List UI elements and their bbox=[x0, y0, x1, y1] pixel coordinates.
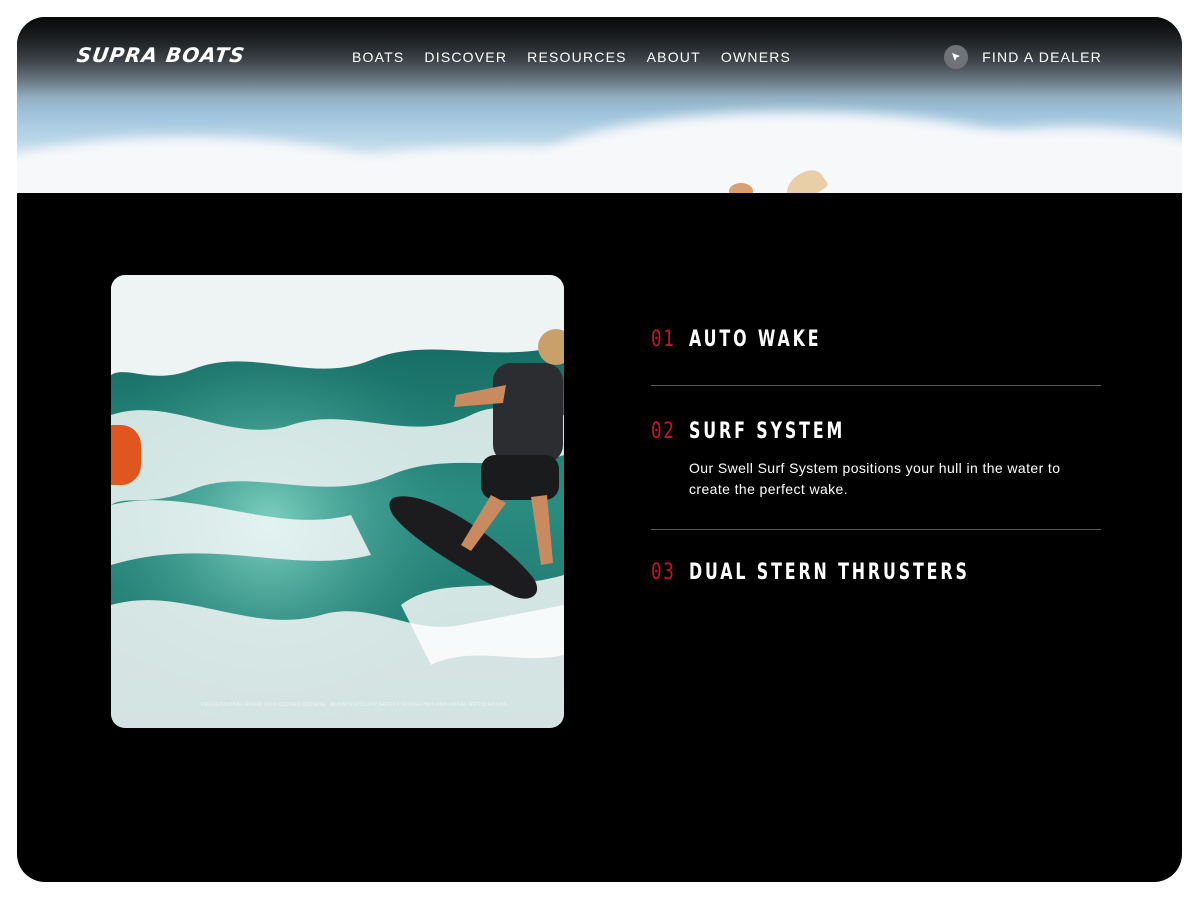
divider bbox=[651, 385, 1101, 386]
nav-item-owners[interactable]: OWNERS bbox=[721, 49, 791, 65]
feature-item-dual-stern-thrusters: 03 DUAL STERN THRUSTERS bbox=[651, 560, 1101, 585]
feature-description: Our Swell Surf System positions your hul… bbox=[689, 460, 1061, 497]
hero-banner: SUPRA BOATS BOATS DISCOVER RESOURCES ABO… bbox=[17, 17, 1182, 193]
page-frame: SUPRA BOATS BOATS DISCOVER RESOURCES ABO… bbox=[17, 17, 1182, 882]
surf-illustration bbox=[111, 275, 564, 728]
nav-item-boats[interactable]: BOATS bbox=[352, 49, 404, 65]
feature-header-auto-wake[interactable]: 01 AUTO WAKE bbox=[651, 327, 1101, 352]
main-nav: SUPRA BOATS BOATS DISCOVER RESOURCES ABO… bbox=[17, 17, 1182, 97]
feature-number: 03 bbox=[651, 560, 676, 585]
nav-item-discover[interactable]: DISCOVER bbox=[424, 49, 507, 65]
location-arrow-icon bbox=[944, 45, 969, 69]
feature-number: 01 bbox=[651, 327, 676, 352]
find-dealer-label: FIND A DEALER bbox=[982, 49, 1102, 65]
hero-rider-hand bbox=[729, 183, 753, 193]
feature-item-auto-wake: 01 AUTO WAKE bbox=[651, 327, 1101, 352]
brand-logo[interactable]: SUPRA BOATS bbox=[75, 43, 246, 67]
feature-number: 02 bbox=[651, 419, 676, 444]
nav-item-resources[interactable]: RESOURCES bbox=[527, 49, 626, 65]
feature-title: SURF SYSTEM bbox=[689, 419, 846, 444]
feature-item-surf-system: 02 SURF SYSTEM Our Swell Surf System pos… bbox=[651, 419, 1101, 500]
nav-item-about[interactable]: ABOUT bbox=[647, 49, 701, 65]
media-caption: PROFESSIONAL RIDER ON A CLOSED COURSE · … bbox=[201, 702, 508, 708]
feature-list: 01 AUTO WAKE 02 SURF SYSTEM Our Swell Su… bbox=[651, 327, 1101, 585]
divider bbox=[651, 529, 1101, 530]
nav-links: BOATS DISCOVER RESOURCES ABOUT OWNERS bbox=[352, 49, 791, 65]
feature-title: AUTO WAKE bbox=[689, 327, 822, 352]
surf-image: PROFESSIONAL RIDER ON A CLOSED COURSE · … bbox=[111, 275, 564, 728]
find-dealer-button[interactable]: FIND A DEALER bbox=[944, 45, 1102, 69]
feature-header-dual-stern-thrusters[interactable]: 03 DUAL STERN THRUSTERS bbox=[651, 560, 1101, 585]
feature-title: DUAL STERN THRUSTERS bbox=[689, 560, 970, 585]
feature-header-surf-system[interactable]: 02 SURF SYSTEM bbox=[651, 419, 1101, 444]
